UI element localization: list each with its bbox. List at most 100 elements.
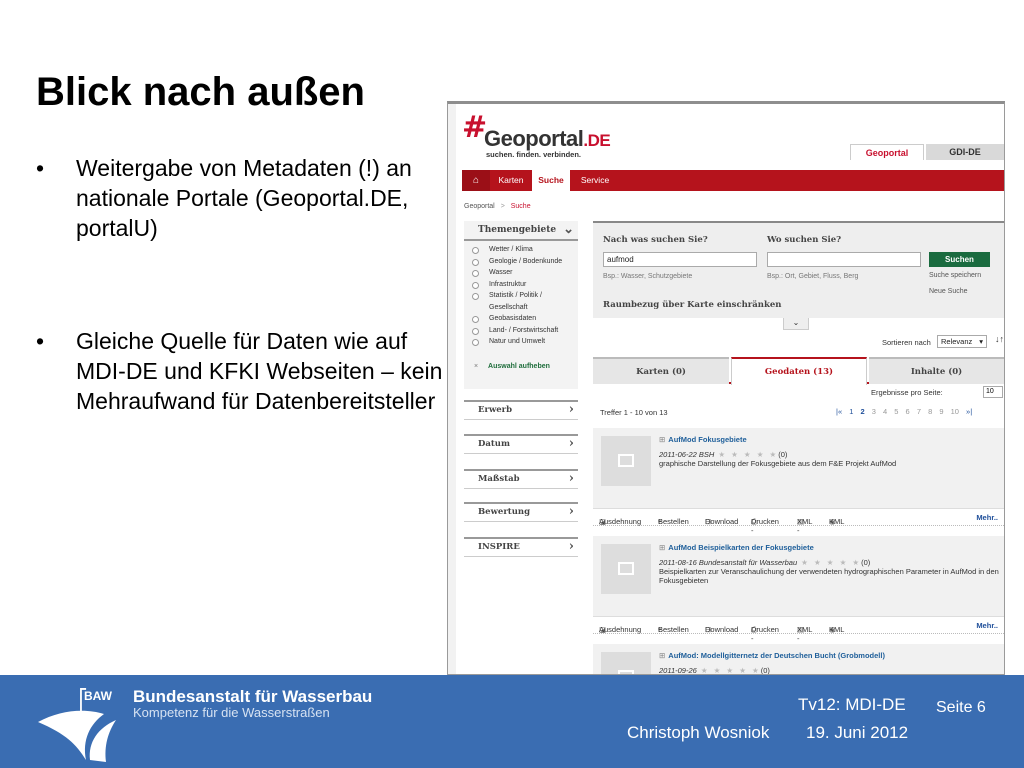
checkbox[interactable]	[472, 270, 479, 277]
breadcrumb-current: Suche	[510, 203, 531, 210]
home-icon[interactable]: ⌂	[462, 170, 490, 191]
reset-selection-link[interactable]: × Auswahl aufheben	[474, 363, 550, 370]
page-link-current[interactable]: 2	[860, 407, 864, 416]
checkbox[interactable]	[472, 258, 479, 266]
geoportal-logo[interactable]: # Geoportal.DE suchen. finden. verbinden…	[462, 110, 632, 159]
tab-gdi-de[interactable]: GDI-DE	[926, 144, 1004, 160]
slide-title: Blick nach außen	[36, 70, 365, 114]
result-item: ⊞ AufMod: Modellgitternetz der Deutschen …	[593, 644, 1004, 674]
save-search-link[interactable]: Suche speichern	[929, 272, 981, 279]
checkbox[interactable]	[472, 327, 479, 335]
bullet-marker: •	[36, 155, 45, 181]
where-label: Wo suchen Sie?	[767, 235, 842, 245]
chevron-right-icon: ›	[568, 504, 574, 519]
org-subtitle: Kompetenz für die Wasserstraßen	[133, 705, 330, 720]
footer-topic: Tv12: MDI-DE	[798, 695, 906, 714]
facet-item[interactable]: Natur und Umwelt	[464, 338, 578, 350]
sort-label: Sortieren nach	[882, 338, 931, 347]
checkbox[interactable]	[472, 281, 479, 289]
page-link[interactable]: 1	[849, 407, 853, 416]
close-icon: ×	[474, 363, 479, 370]
bullet-text: Gleiche Quelle für Daten wie auf MDI-DE …	[76, 328, 443, 414]
chevron-down-icon[interactable]: ⌄	[563, 222, 574, 237]
logo-tagline: suchen. finden. verbinden.	[486, 150, 582, 159]
result-description: Beispielkarten zur Veranschaulichung der…	[659, 567, 999, 585]
search-input[interactable]: aufmod	[603, 252, 757, 267]
checkbox[interactable]	[472, 247, 479, 254]
portal-screenshot: # Geoportal.DE suchen. finden. verbinden…	[447, 101, 1005, 675]
rating-stars[interactable]: ★ ★ ★ ★ ★	[718, 450, 778, 459]
facet-item[interactable]: Infrastruktur	[464, 281, 578, 293]
last-page-button[interactable]: »|	[966, 407, 972, 416]
first-page-button[interactable]: |«	[836, 407, 842, 416]
facet-header[interactable]: Themengebiete ⌄	[464, 221, 578, 241]
location-input[interactable]	[767, 252, 921, 267]
facet-item[interactable]: Wetter / Klima	[464, 246, 578, 258]
result-title[interactable]: ⊞ AufMod: Modellgitternetz der Deutschen …	[659, 651, 885, 660]
result-description: graphische Darstellung der Fokusgebiete …	[659, 459, 897, 468]
result-actions: ◪ Ausdehnung € Bestellen ⊟ Download ⎙ Dru…	[593, 616, 1004, 643]
section-bewertung[interactable]: Bewertung ›	[464, 502, 578, 522]
more-link[interactable]: Mehr..	[976, 621, 998, 630]
pagination: |« 1 2 3 4 5 6 7 8 9 10 »|	[836, 407, 977, 416]
page-link[interactable]: 6	[906, 407, 910, 416]
rating-stars[interactable]: ★ ★ ★ ★ ★	[801, 558, 861, 567]
breadcrumb-root[interactable]: Geoportal	[464, 203, 495, 210]
page-number: Seite 6	[936, 699, 986, 716]
section-datum[interactable]: Datum ›	[464, 434, 578, 454]
page-link[interactable]: 5	[894, 407, 898, 416]
sort-select[interactable]: Relevanz ▾	[937, 335, 987, 348]
checkbox[interactable]	[472, 339, 479, 346]
page-link[interactable]: 7	[917, 407, 921, 416]
rating-stars[interactable]: ★ ★ ★ ★ ★	[701, 666, 761, 674]
tab-karten[interactable]: Karten (0)	[593, 357, 729, 384]
sort-direction-icon[interactable]: ↓↑	[995, 334, 1004, 344]
slide-footer: [ BAW Bundesanstalt für Wasserbau Kompet…	[0, 675, 1024, 768]
tab-inhalte[interactable]: Inhalte (0)	[869, 357, 1004, 384]
checkbox[interactable]	[472, 293, 479, 300]
image-placeholder-icon	[601, 436, 651, 486]
tab-geodaten[interactable]: Geodaten (13)	[731, 357, 867, 385]
new-search-link[interactable]: Neue Suche	[929, 288, 968, 295]
facet-item[interactable]: Statistik / Politik /	[464, 292, 578, 304]
breadcrumb-sep: >	[500, 203, 505, 210]
nav-karten[interactable]: Karten	[491, 170, 531, 191]
chevron-down-icon[interactable]: ⌄	[783, 318, 809, 330]
more-link[interactable]: Mehr..	[976, 513, 998, 522]
page-link[interactable]: 8	[928, 407, 932, 416]
facet-item[interactable]: Geobasisdaten	[464, 315, 578, 327]
result-title[interactable]: ⊞ AufMod Fokusgebiete	[659, 435, 747, 444]
facet-item[interactable]: Wasser	[464, 269, 578, 281]
footer-date: 19. Juni 2012	[806, 723, 909, 742]
page-link[interactable]: 10	[951, 407, 959, 416]
page-link[interactable]: 3	[872, 407, 876, 416]
page-link[interactable]: 9	[939, 407, 943, 416]
search-button[interactable]: Suchen	[929, 252, 990, 267]
what-label: Nach was suchen Sie?	[603, 235, 708, 245]
tab-geoportal[interactable]: Geoportal	[850, 144, 924, 160]
portal-page: # Geoportal.DE suchen. finden. verbinden…	[456, 104, 1004, 674]
per-page-select[interactable]: 10	[983, 386, 1003, 398]
result-title[interactable]: ⊞ AufMod Beispielkarten der Fokusgebiete	[659, 543, 814, 552]
what-hint: Bsp.: Wasser, Schutzgebiete	[603, 273, 693, 280]
page-link[interactable]: 4	[883, 407, 887, 416]
search-panel: Nach was suchen Sie? Wo suchen Sie? aufm…	[593, 221, 1004, 318]
section-massstab[interactable]: Maßstab ›	[464, 469, 578, 489]
facet-list: Wetter / Klima Geologie / Bodenkunde Was…	[464, 241, 578, 350]
nav-suche[interactable]: Suche	[532, 170, 570, 191]
result-item: ⊞ AufMod Fokusgebiete 2011-06-22 BSH ★ ★ ★…	[593, 428, 1004, 535]
facet-item[interactable]: Land- / Forstwirtschaft	[464, 327, 578, 339]
per-page-label: Ergebnisse pro Seite:	[871, 388, 943, 397]
checkbox[interactable]	[472, 316, 479, 323]
bullet-marker: •	[36, 328, 45, 354]
result-meta: 2011-06-22 BSH ★ ★ ★ ★ ★(0)	[659, 450, 788, 459]
chevron-right-icon: ›	[568, 539, 574, 554]
main-nav: ⌂ Karten Suche Service	[462, 170, 1004, 191]
section-inspire[interactable]: INSPIRE ›	[464, 537, 578, 557]
chevron-right-icon: ›	[568, 436, 574, 451]
facet-item[interactable]: Geologie / Bodenkunde	[464, 258, 578, 270]
section-erwerb[interactable]: Erwerb ›	[464, 400, 578, 420]
map-restrict-link[interactable]: Raumbezug über Karte einschränken	[603, 300, 781, 310]
logo-code: BAW	[84, 689, 112, 703]
nav-service[interactable]: Service	[572, 170, 618, 191]
